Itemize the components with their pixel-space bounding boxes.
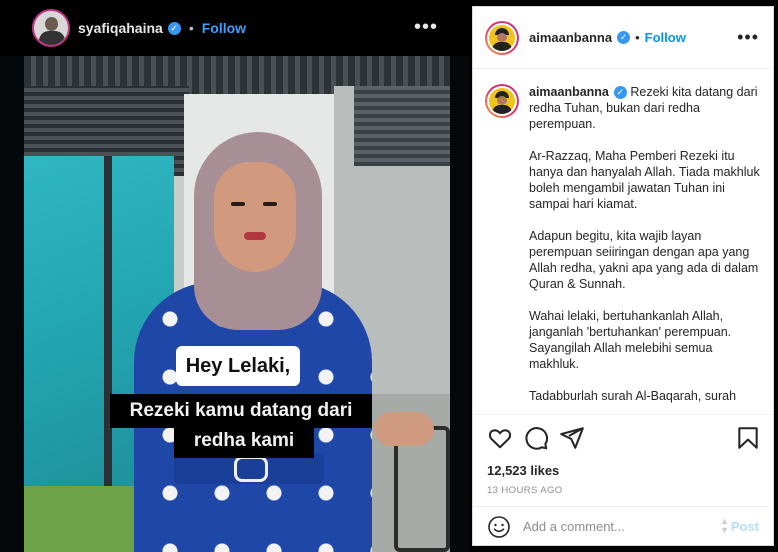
video-caption-line-1: Hey Lelaki, — [176, 346, 300, 386]
video-follow-button[interactable]: Follow — [202, 20, 246, 36]
heart-icon[interactable] — [487, 425, 513, 451]
verified-badge-icon: ✓ — [167, 21, 181, 35]
more-options-icon[interactable]: ••• — [414, 16, 438, 39]
person-eye — [263, 202, 277, 206]
emoji-icon[interactable] — [487, 515, 511, 539]
video-panel[interactable]: syafiqahaina ✓ • Follow ••• Hey Lelaki, … — [0, 0, 470, 552]
caption-paragraph: aimaanbanna ✓ Rezeki kita datang dari red… — [529, 84, 761, 132]
person-eye — [231, 202, 245, 206]
post-comment-button[interactable]: Post — [731, 519, 759, 534]
post-author-avatar[interactable] — [485, 20, 519, 55]
belt-buckle — [234, 456, 268, 482]
video-author-username[interactable]: syafiqahaina — [78, 20, 163, 36]
comment-box: Add a comment... ▲ ▼ Post — [473, 506, 773, 546]
person-hand — [374, 412, 434, 446]
caption-text: aimaanbanna ✓ Rezeki kita datang dari red… — [529, 84, 761, 414]
caption-paragraph: Ar-Razzaq, Maha Pemberi Rezeki itu hanya… — [529, 149, 760, 211]
caption-paragraph: Wahai lelaki, bertuhankanlah Allah, jang… — [529, 309, 732, 371]
right-shutters — [354, 86, 450, 166]
separator-dot: • — [635, 30, 640, 45]
caption-paragraph: Adapun begitu, kita wajib layan perempua… — [529, 229, 759, 291]
post-side-panel: aimaanbanna ✓ • Follow ••• aimaanbanna ✓ … — [472, 6, 774, 546]
post-header: aimaanbanna ✓ • Follow ••• — [473, 7, 773, 69]
likes-count[interactable]: 12,523 likes — [487, 463, 559, 478]
post-author-username[interactable]: aimaanbanna — [529, 30, 612, 45]
bookmark-icon[interactable] — [735, 425, 761, 451]
video-author-avatar[interactable] — [32, 9, 70, 47]
person-lips — [244, 232, 266, 240]
video-frame[interactable]: Hey Lelaki, Rezeki kamu datang dari redh… — [24, 56, 450, 552]
caption-username[interactable]: aimaanbanna — [529, 85, 609, 99]
caption-area[interactable]: aimaanbanna ✓ Rezeki kita datang dari red… — [473, 70, 773, 414]
verified-badge-icon: ✓ — [617, 31, 631, 44]
share-icon[interactable] — [559, 425, 585, 451]
video-caption-line-3: redha kami — [174, 426, 314, 458]
comment-icon[interactable] — [523, 425, 549, 451]
post-actions: 12,523 likes 13 HOURS AGO — [473, 414, 773, 506]
comment-input[interactable]: Add a comment... — [523, 519, 625, 534]
person-face — [214, 162, 296, 272]
caption-paragraph: Tadabburlah surah Al-Baqarah, surah — [529, 389, 737, 403]
more-options-icon[interactable]: ••• — [737, 27, 759, 48]
post-timestamp[interactable]: 13 HOURS AGO — [487, 485, 563, 496]
video-caption-line-2: Rezeki kamu datang dari — [110, 394, 372, 428]
post-follow-button[interactable]: Follow — [645, 30, 686, 45]
separator-dot: • — [188, 20, 194, 36]
caption-row: aimaanbanna ✓ Rezeki kita datang dari red… — [485, 84, 761, 414]
scroll-arrows-icon[interactable]: ▲ ▼ — [720, 517, 729, 535]
verified-badge-icon: ✓ — [613, 86, 627, 100]
caption-author-avatar[interactable] — [485, 84, 519, 118]
door-frame — [104, 156, 112, 496]
video-header: syafiqahaina ✓ • Follow ••• — [0, 0, 470, 56]
